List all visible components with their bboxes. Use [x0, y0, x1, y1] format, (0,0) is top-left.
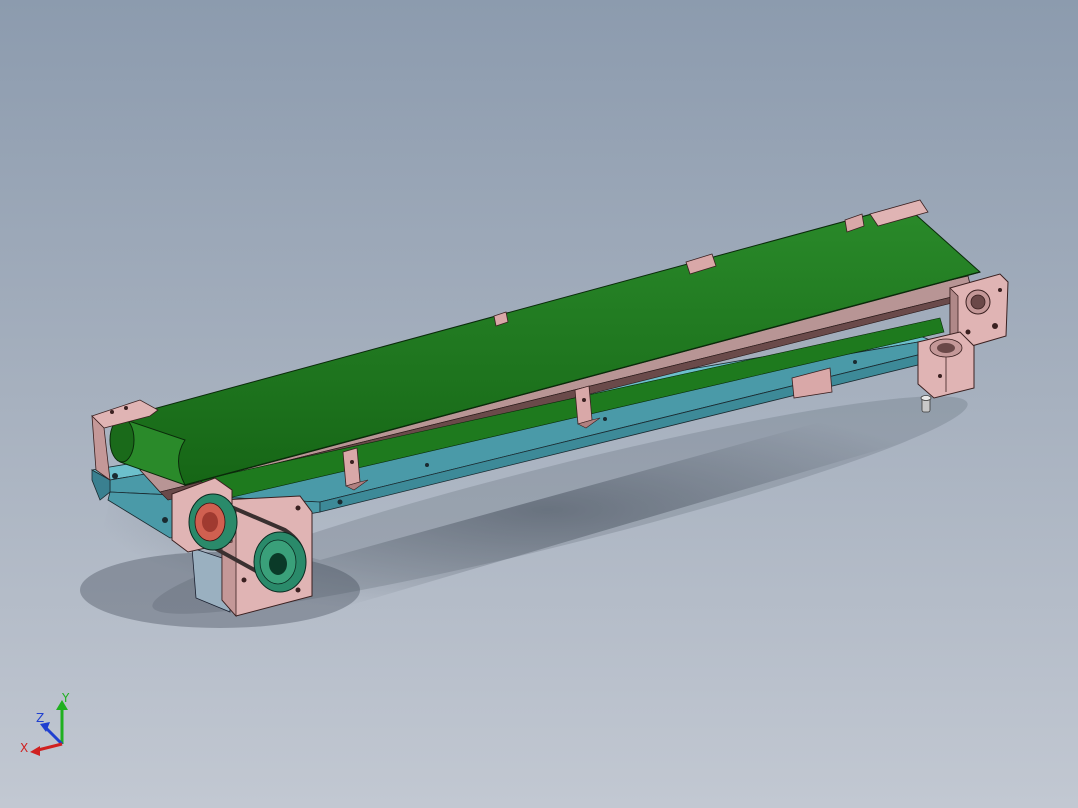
z-axis-label: Z [36, 711, 44, 725]
motor-pulley[interactable] [253, 531, 307, 593]
y-axis-label: Y [61, 692, 70, 705]
conveyor-model[interactable] [0, 0, 1078, 808]
z-axis-arrow [40, 722, 64, 746]
coordinate-triad: Y Z X [20, 692, 70, 756]
bolt[interactable] [920, 395, 932, 413]
x-axis-label: X [20, 741, 28, 755]
drive-pulley[interactable] [188, 493, 238, 551]
y-axis-arrow [56, 700, 68, 744]
x-axis-arrow [30, 742, 63, 756]
pillow-block[interactable] [917, 331, 975, 399]
graphics-viewport[interactable]: Y Z X [0, 0, 1078, 808]
